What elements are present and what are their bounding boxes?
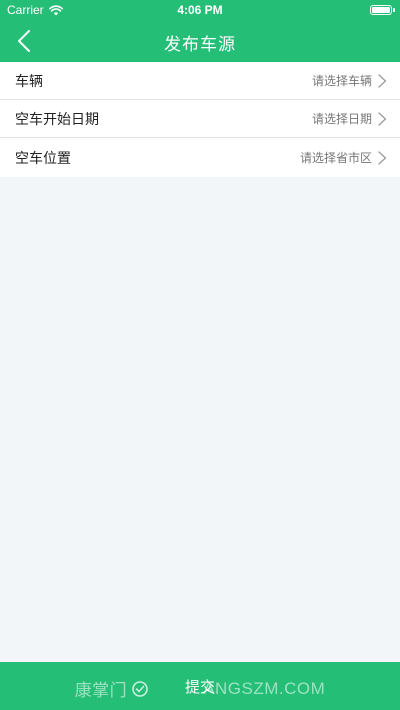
chevron-right-icon	[378, 150, 387, 165]
start-date-placeholder: 请选择日期	[311, 112, 372, 126]
submit-label: 提交	[184, 677, 215, 696]
status-time: 4:06 PM	[177, 3, 223, 17]
status-bar: Carrier 4:06 PM	[0, 0, 400, 20]
watermark-right: ANGSZM.COM	[203, 678, 326, 698]
watermark-check-icon	[132, 680, 148, 697]
location-placeholder: 请选择省市区	[299, 151, 372, 165]
submit-button[interactable]: 康掌门 ANGSZM.COM 提交	[0, 662, 400, 710]
battery-tip	[393, 8, 395, 12]
navigation-bar: 发布车源	[0, 20, 400, 62]
vehicle-select-placeholder: 请选择车辆	[311, 74, 372, 88]
location-label: 空车位置	[15, 150, 71, 167]
battery-level	[372, 7, 390, 13]
start-date-label: 空车开始日期	[15, 111, 99, 128]
start-date-row[interactable]: 空车开始日期 请选择日期	[0, 100, 400, 138]
vehicle-row[interactable]: 车辆 请选择车辆	[0, 62, 400, 100]
page-title: 发布车源	[164, 35, 236, 55]
chevron-right-icon	[378, 73, 387, 88]
app-screen: Carrier 4:06 PM 发布车源 车辆 请选择车辆 空车开始日期 请选择…	[0, 0, 400, 710]
chevron-right-icon	[378, 111, 387, 126]
location-row[interactable]: 空车位置 请选择省市区	[0, 138, 400, 177]
vehicle-label: 车辆	[15, 73, 43, 90]
form-list: 车辆 请选择车辆 空车开始日期 请选择日期 空车位置 请选择省市区	[0, 62, 400, 177]
battery-icon	[370, 5, 392, 15]
watermark-left: 康掌门	[74, 681, 128, 700]
